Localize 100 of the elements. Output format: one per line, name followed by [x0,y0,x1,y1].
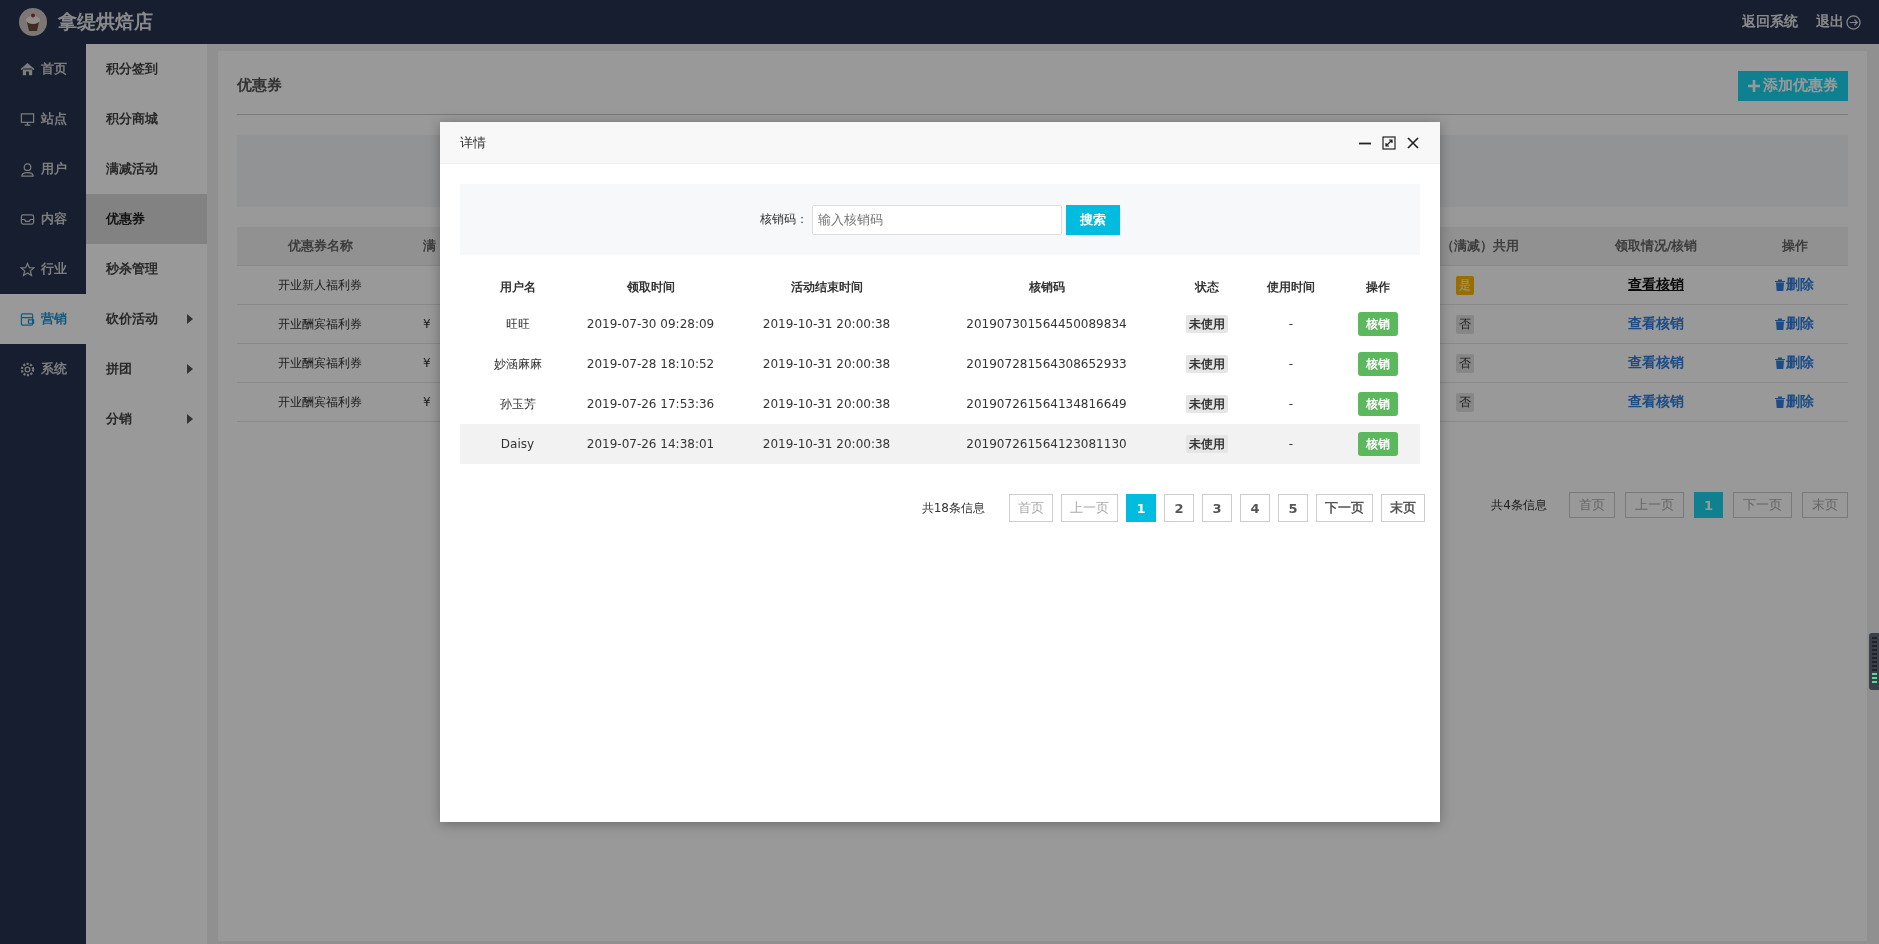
column-header: 操作 [1780,237,1809,255]
nav-item[interactable]: 行业 [0,244,86,294]
delete-link[interactable]: 删除 [1775,315,1814,333]
table-cell-text: 开业酬宾福利券 [277,315,363,333]
table-cell: ¥ [423,356,431,370]
delete-link[interactable]: 删除 [1775,276,1814,294]
view-link[interactable]: 查看核销 [1628,393,1684,409]
nav-item[interactable]: 站点 [0,94,86,144]
table-cell-text: 201907261564123081130 [965,437,1128,451]
total-count: 共18条信息 [921,499,985,517]
user-icon [20,161,35,177]
table-cell-text: 2019-07-30 09:28:09 [585,317,716,331]
code-input-field[interactable]: 输入核销码 [812,204,1062,235]
table-cell-text: 开业酬宾福利券 [277,393,363,411]
nav-item[interactable]: 营销 [0,294,86,344]
column-header: 活动结束时间 [789,278,864,296]
submenu-item[interactable]: 秒杀管理 [86,244,207,294]
submenu-item[interactable]: 拼团 [86,344,207,394]
maximize-icon[interactable] [1382,135,1396,150]
status-tag: 未使用 [1185,354,1228,373]
delete-link[interactable]: 删除 [1775,393,1814,411]
nav-item[interactable]: 系统 [0,344,86,394]
table-cell: ¥ [423,395,431,409]
submenu-item[interactable]: 分销 [86,394,207,444]
table-cell-text: 2019-10-31 20:00:38 [761,317,892,331]
table-cell-text: 201907261564134816649 [965,397,1128,411]
column-header: （满减）共用 [1441,237,1520,255]
table-cell-text: 妙涵麻麻 [492,355,543,373]
inbox-icon [20,211,35,227]
submenu-item[interactable]: 积分商城 [86,94,207,144]
monitor-icon [20,111,35,127]
table-cell-text: 开业酬宾福利券 [277,354,363,372]
close-icon[interactable] [1406,135,1420,150]
delete-link[interactable]: 删除 [1775,354,1814,372]
trash-icon [1775,396,1785,408]
status-tag: 否 [1456,353,1474,373]
table-cell-text: Daisy [499,437,536,451]
trash-icon [1775,357,1785,369]
column-header: 状态 [1193,278,1220,296]
plus-icon [1748,79,1760,92]
wallet-icon [20,311,35,327]
table-cell-text: 孙玉芳 [498,395,537,413]
trash-icon [1775,318,1785,330]
table-cell-text: 2019-10-31 20:00:38 [761,437,892,451]
status-tag: 未使用 [1185,314,1228,333]
column-header: 操作 [1364,278,1391,296]
table-cell-text: - [1287,317,1295,331]
table-cell-text: - [1287,357,1295,371]
shop-name: 拿缇烘焙店 [58,9,153,34]
table-cell-text: 2019-07-28 18:10:52 [585,357,716,371]
column-header: 使用时间 [1266,278,1316,296]
view-link[interactable]: 查看核销 [1628,276,1684,292]
redeem-button[interactable]: 核销 [1357,352,1398,376]
submenu-item[interactable]: 砍价活动 [86,294,207,344]
submenu-item[interactable]: 满减活动 [86,144,207,194]
dialog-title: 详情 [460,133,486,152]
page-button[interactable]: 末页 [1381,494,1425,522]
status-tag: 未使用 [1185,394,1228,413]
total-count: 共4条信息 [1491,496,1547,514]
nav-item[interactable]: 首页 [0,44,86,94]
return-link[interactable]: 返回系统 [1742,13,1798,31]
page-button[interactable]: 4 [1240,494,1270,522]
view-link[interactable]: 查看核销 [1628,315,1684,331]
table-cell: ¥ [423,317,431,331]
column-header: 核销码 [1027,278,1066,296]
page-button[interactable]: 下一页 [1316,494,1373,522]
table-cell-text: - [1287,437,1295,451]
trash-icon [1775,279,1785,291]
table-cell-text: 2019-10-31 20:00:38 [761,397,892,411]
table-cell-text: 旺旺 [504,315,531,333]
home-icon [20,61,35,77]
search-button[interactable]: 搜索 [1066,204,1120,235]
cupcake-icon [18,7,48,37]
logout-icon [1846,14,1861,30]
side-widget[interactable] [1869,633,1879,690]
submenu-item[interactable]: 积分签到 [86,44,207,94]
page-button[interactable]: 5 [1278,494,1308,522]
page-button[interactable]: 2 [1164,494,1194,522]
submenu-item[interactable]: 优惠券 [86,194,207,244]
table-cell-text: - [1287,397,1295,411]
gear-icon [20,361,35,377]
view-link[interactable]: 查看核销 [1628,354,1684,370]
page-button[interactable]: 1 [1126,494,1156,522]
column-header: 优惠券名称 [286,237,354,255]
redeem-button[interactable]: 核销 [1357,392,1398,416]
logout-link[interactable]: 退出 [1816,13,1861,31]
status-tag: 未使用 [1185,434,1228,453]
search-label: 核销码： [760,211,808,228]
status-tag: 是 [1456,275,1474,295]
status-tag: 否 [1456,314,1474,334]
table-cell-text: 201907301564450089834 [965,317,1128,331]
table-cell-text: 开业新人福利券 [277,276,363,294]
redeem-button[interactable]: 核销 [1357,432,1398,456]
nav-item[interactable]: 用户 [0,144,86,194]
redeem-button[interactable]: 核销 [1357,312,1398,336]
page-button[interactable]: 3 [1202,494,1232,522]
nav-item[interactable]: 内容 [0,194,86,244]
table-cell-text: 2019-10-31 20:00:38 [761,357,892,371]
status-tag: 否 [1456,392,1474,412]
table-cell-text: 201907281564308652933 [965,357,1128,371]
